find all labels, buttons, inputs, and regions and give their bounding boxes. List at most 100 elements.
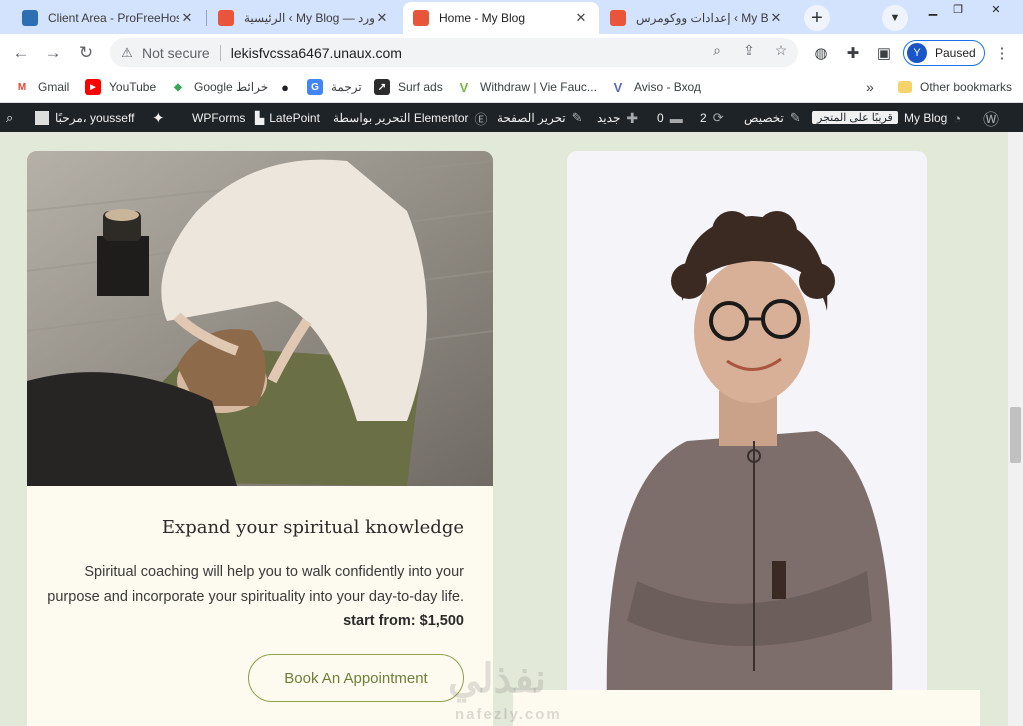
share-icon[interactable]: ⇪ bbox=[740, 41, 758, 59]
bookmark-label: Gmail bbox=[38, 80, 70, 94]
search-icon[interactable]: ⌕ bbox=[6, 110, 13, 126]
bookmark-label: ترجمة bbox=[331, 80, 362, 94]
tab-blog-home-admin[interactable]: الرئيسية ‹ My Blog — وورد... ✕ bbox=[208, 2, 400, 34]
bookmarks-bar: M Gmail ▶ YouTube ◆ Google خرائط ● G ترجمة ↗… bbox=[0, 71, 1023, 103]
store-badge[interactable]: قريبًا على المتجر bbox=[812, 111, 898, 124]
bookmark-gmail[interactable]: M Gmail bbox=[14, 77, 70, 97]
bookmark-withdraw[interactable]: V Withdraw | Vie Fauc... bbox=[456, 77, 597, 97]
watermark-url: nafezly.com bbox=[455, 706, 562, 723]
yoga-healing-photo bbox=[27, 151, 493, 486]
menu-comments[interactable]: 0 ▬ bbox=[657, 110, 689, 126]
close-icon[interactable]: ✕ bbox=[179, 10, 195, 26]
bookmark-label: Withdraw | Vie Fauc... bbox=[480, 80, 597, 94]
n-logo-icon bbox=[610, 10, 626, 26]
bookmark-youtube[interactable]: ▶ YouTube bbox=[85, 77, 156, 97]
bookmark-label: Surf ads bbox=[398, 80, 443, 94]
card-title: Expand your spiritual knowledge bbox=[161, 517, 464, 538]
menu-icon[interactable]: ⋮ bbox=[992, 43, 1012, 63]
surf-icon: ↗ bbox=[374, 79, 390, 95]
coach-portrait-card bbox=[567, 151, 927, 711]
profile-status: Paused bbox=[935, 46, 976, 60]
security-label: Not secure bbox=[142, 44, 210, 61]
close-icon[interactable]: ✕ bbox=[374, 10, 390, 26]
url-text: lekisfvcssa6467.unaux.com bbox=[230, 44, 402, 61]
sparkle-icon[interactable]: ✦ bbox=[152, 110, 165, 127]
minimize-button[interactable]: ▁ bbox=[922, 0, 944, 18]
tab-search-button[interactable]: ▼ bbox=[882, 5, 908, 31]
bookmark-label: Other bookmarks bbox=[920, 80, 1013, 94]
close-window-button[interactable]: ✕ bbox=[979, 0, 1013, 18]
tab-title: Home - My Blog bbox=[439, 11, 526, 25]
tab-title: Client Area - ProFreeHost bbox=[48, 11, 179, 25]
restore-button[interactable]: ❐ bbox=[947, 0, 969, 18]
menu-latepoint[interactable]: ▙ LatePoint bbox=[255, 110, 320, 126]
forward-button[interactable]: → bbox=[40, 40, 66, 66]
bookmark-surf-ads[interactable]: ↗ Surf ads bbox=[374, 77, 443, 97]
warning-icon: ⚠ bbox=[121, 44, 133, 60]
bookmark-maps[interactable]: ◆ Google خرائط bbox=[170, 77, 268, 97]
elementor-icon: Ⓔ bbox=[474, 111, 488, 127]
menu-wpforms[interactable]: WPForms bbox=[192, 110, 245, 126]
wp-admin-bar: ⌕ مرحبًا، yousseff ✦ WPForms ▙ LatePoint … bbox=[0, 103, 1023, 132]
bookmark-star-icon[interactable]: ☆ bbox=[772, 41, 790, 59]
watermark: نفذلي bbox=[448, 657, 546, 701]
menu-edit-page[interactable]: تحرير الصفحة ✎ bbox=[497, 110, 589, 126]
arrow-left-icon: ← bbox=[12, 43, 30, 62]
avatar bbox=[35, 111, 49, 125]
page-content: Expand your spiritual knowledge Spiritua… bbox=[0, 132, 1023, 726]
menu-customize[interactable]: تخصيص ✎ bbox=[744, 110, 807, 126]
menu-elementor[interactable]: التحرير بواسطة Elementor Ⓔ bbox=[333, 110, 494, 127]
latepoint-icon: ▙ bbox=[255, 111, 265, 125]
bookmark-aviso[interactable]: V Aviso - Вход bbox=[610, 77, 701, 97]
bookmarks-overflow-button[interactable]: » bbox=[866, 77, 874, 97]
reload-button[interactable]: ↻ bbox=[73, 40, 99, 66]
menu-new[interactable]: جديد ✚ bbox=[597, 110, 644, 126]
dashboard-icon: ◔ bbox=[953, 110, 962, 126]
close-icon[interactable]: ✕ bbox=[573, 10, 589, 26]
gmail-icon: M bbox=[17, 81, 27, 93]
wordpress-logo-icon[interactable]: Ⓦ bbox=[983, 110, 999, 129]
n-logo-icon bbox=[218, 10, 234, 26]
translate-icon: G bbox=[307, 79, 323, 95]
plus-icon: + bbox=[811, 6, 823, 29]
brush-icon: ✎ bbox=[789, 110, 801, 125]
tab-home-my-blog[interactable]: Home - My Blog ✕ bbox=[403, 2, 599, 34]
tab-woocommerce-settings[interactable]: إعدادات ووكومرس ‹ My Blog ✕ bbox=[600, 2, 794, 34]
zoom-icon[interactable]: ⌕ bbox=[708, 41, 726, 59]
bookmark-globe[interactable]: ● bbox=[277, 77, 301, 97]
menu-site-name[interactable]: My Blog ◔ bbox=[904, 110, 967, 126]
youtube-icon: ▶ bbox=[85, 79, 101, 95]
bookmark-label: YouTube bbox=[109, 80, 157, 94]
profile-button[interactable]: Y Paused bbox=[903, 40, 985, 66]
my-account[interactable]: مرحبًا، yousseff bbox=[35, 110, 134, 126]
book-appointment-button[interactable]: Book An Appointment bbox=[248, 654, 464, 702]
plus-icon: ✚ bbox=[626, 109, 639, 126]
bookmark-translate[interactable]: G ترجمة bbox=[307, 77, 362, 97]
other-bookmarks[interactable]: Other bookmarks bbox=[898, 77, 1012, 97]
avatar: Y bbox=[907, 43, 927, 63]
comment-icon: ▬ bbox=[669, 110, 683, 126]
tab-strip: Client Area - ProFreeHost ✕ الرئيسية ‹ M… bbox=[0, 0, 1023, 34]
new-tab-button[interactable]: + bbox=[804, 5, 830, 31]
tab-title: الرئيسية ‹ My Blog — وورد... bbox=[244, 11, 374, 25]
arrow-right-icon: → bbox=[44, 43, 62, 62]
puzzle-icon[interactable]: ✚ bbox=[843, 43, 863, 63]
service-card: Expand your spiritual knowledge Spiritua… bbox=[27, 151, 493, 726]
n-logo-icon bbox=[413, 10, 429, 26]
tab-title: إعدادات ووكومرس ‹ My Blog bbox=[636, 11, 768, 25]
side-panel-icon[interactable]: ▣ bbox=[874, 43, 894, 63]
v-icon: V bbox=[459, 79, 469, 95]
scrollbar-thumb[interactable] bbox=[1010, 407, 1021, 463]
folder-icon bbox=[898, 81, 912, 93]
globe-icon: ● bbox=[281, 79, 289, 95]
close-icon[interactable]: ✕ bbox=[768, 10, 784, 26]
reload-icon: ↻ bbox=[78, 43, 94, 62]
back-button[interactable]: ← bbox=[8, 40, 34, 66]
extension-icon[interactable]: ◍ bbox=[811, 43, 831, 63]
coach-portrait-photo bbox=[567, 151, 927, 711]
tab-client-area[interactable]: Client Area - ProFreeHost ✕ bbox=[12, 2, 205, 34]
chevron-down-icon: ▼ bbox=[889, 12, 901, 24]
address-bar[interactable]: ⚠ Not secure lekisfvcssa6467.unaux.com bbox=[110, 38, 798, 67]
next-service-card: ▁▁▁▁ ▁ ▁▁▁▁▁▁▁ ▁▁▁▁▁▁ bbox=[513, 690, 980, 726]
menu-updates[interactable]: 2 ⟳ bbox=[700, 110, 730, 126]
